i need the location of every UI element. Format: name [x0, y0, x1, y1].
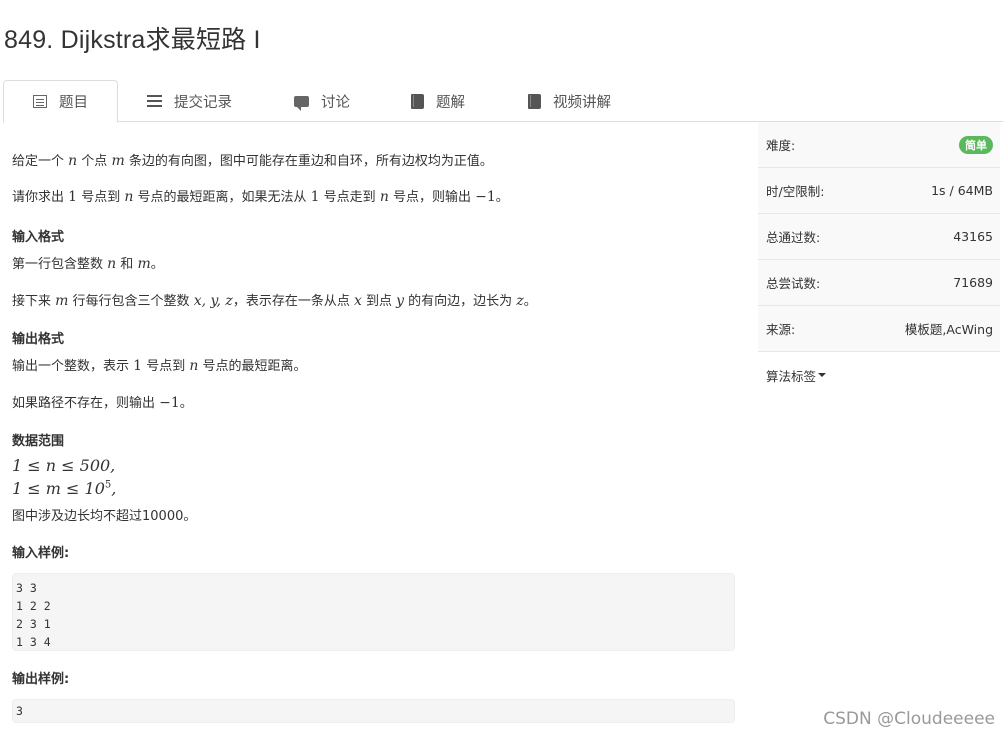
- tab-submissions-label: 提交记录: [174, 94, 232, 111]
- text: 输出一个整数，表示: [12, 359, 134, 374]
- output-format-line1: 输出一个整数，表示 1 号点到 n 号点的最短距离。: [12, 355, 307, 374]
- output-format-heading: 输出格式: [12, 332, 65, 347]
- input-format-line1: 第一行包含整数 n 和 m。: [12, 253, 164, 272]
- text: 号点，则输出: [388, 190, 476, 205]
- watermark: CSDN @Cloudeeeee: [823, 709, 995, 729]
- text: 号点到: [77, 190, 125, 205]
- math-var: n: [107, 256, 117, 272]
- book-icon: [528, 93, 541, 109]
- text: 的有向边，边长为: [404, 294, 517, 309]
- range-heading: 数据范围: [12, 434, 65, 449]
- sample-output-heading: 输出样例:: [12, 672, 70, 687]
- text: 1 ≤ m ≤ 10: [12, 479, 105, 498]
- difficulty-row: 难度: 简单: [758, 122, 1000, 168]
- math-var: n: [189, 358, 199, 374]
- text: 。: [523, 294, 537, 309]
- difficulty-label: 难度:: [766, 138, 796, 153]
- math-var: x, y, z: [193, 293, 233, 309]
- statement-intro: 给定一个 n 个点 m 条边的有向图，图中可能存在重边和自环，所有边权均为正值。: [12, 150, 493, 169]
- output-format-line2: 如果路径不存在，则输出 −1。: [12, 392, 193, 411]
- range-constraint-n: 1 ≤ n ≤ 500,: [12, 456, 116, 475]
- math-var: x: [353, 293, 362, 309]
- text: 号点走到: [319, 190, 380, 205]
- text: 号点的最短距离，如果无法从: [133, 190, 311, 205]
- limit-value: 1s / 64MB: [931, 183, 993, 198]
- text: 号点到: [142, 359, 190, 374]
- tab-discussion-label: 讨论: [321, 94, 350, 111]
- text: 。: [179, 396, 193, 411]
- sample-input-heading: 输入样例:: [12, 546, 70, 561]
- difficulty-badge: 简单: [959, 135, 993, 154]
- text: 到点: [361, 294, 397, 309]
- statement-task: 请你求出 1 号点到 n 号点的最短距离，如果无法从 1 号点走到 n 号点，则…: [12, 186, 509, 205]
- source-value: 模板题,AcWing: [904, 322, 993, 337]
- text: 如果路径不存在，则输出: [12, 396, 160, 411]
- tab-discussion[interactable]: 讨论: [294, 80, 350, 122]
- text: 。: [150, 257, 164, 272]
- page-title: 849. Dijkstra求最短路 I: [4, 26, 261, 54]
- text: 行每行包含三个整数: [68, 294, 194, 309]
- text: ，表示存在一条从点: [232, 294, 354, 309]
- math-num: 1: [68, 189, 78, 205]
- caret-down-icon: [818, 373, 827, 377]
- sample-output-block: 3: [12, 699, 735, 723]
- tab-solutions-label: 题解: [436, 94, 465, 111]
- passed-value: 43165: [953, 229, 993, 244]
- math-var: n: [379, 189, 389, 205]
- tried-value: 71689: [953, 275, 993, 290]
- source-row: 来源: 模板题,AcWing: [758, 306, 1000, 352]
- tab-problem[interactable]: 题目: [3, 80, 118, 123]
- lines-icon: [147, 95, 162, 107]
- math-num: 1: [133, 358, 143, 374]
- math-var: y: [396, 293, 405, 309]
- math-var: m: [111, 153, 125, 169]
- text: 接下来: [12, 294, 56, 309]
- text: ,: [111, 479, 117, 498]
- text: 号点的最短距离。: [198, 359, 307, 374]
- list-icon: [33, 95, 47, 108]
- passed-label: 总通过数:: [766, 230, 821, 245]
- book-icon: [411, 93, 424, 109]
- text: 条边的有向图，图中可能存在重边和自环，所有边权均为正值。: [124, 154, 493, 169]
- problem-tabs: 题目 提交记录 讨论 题解 视频讲解: [3, 80, 1003, 123]
- math-var: m: [55, 293, 69, 309]
- text: 和: [116, 257, 138, 272]
- range-constraint-m: 1 ≤ m ≤ 105,: [12, 479, 116, 498]
- math-num: −1: [159, 395, 180, 411]
- limit-label: 时/空限制:: [766, 184, 825, 199]
- text: 第一行包含整数: [12, 257, 108, 272]
- range-edge-limit: 图中涉及边长均不超过10000。: [12, 509, 197, 524]
- text: 给定一个: [12, 154, 69, 169]
- tried-label: 总尝试数:: [766, 276, 821, 291]
- tags-label: 算法标签: [766, 368, 817, 384]
- math-var: z: [516, 293, 524, 309]
- tab-problem-label: 题目: [59, 95, 88, 111]
- limit-row: 时/空限制: 1s / 64MB: [758, 168, 1000, 214]
- math-var: m: [137, 256, 151, 272]
- comment-icon: [294, 95, 309, 111]
- input-format-line2: 接下来 m 行每行包含三个整数 x, y, z，表示存在一条从点 x 到点 y …: [12, 290, 537, 309]
- tried-row: 总尝试数: 71689: [758, 260, 1000, 306]
- tab-submissions[interactable]: 提交记录: [147, 80, 232, 122]
- tab-video[interactable]: 视频讲解: [528, 80, 611, 122]
- sample-input-block: 3 3 1 2 2 2 3 1 1 3 4: [12, 573, 735, 651]
- math-num: 1: [310, 189, 320, 205]
- math-var: n: [68, 153, 78, 169]
- text: 请你求出: [12, 190, 69, 205]
- math-num: −1: [475, 189, 496, 205]
- algorithm-tags-toggle[interactable]: 算法标签: [758, 352, 1000, 398]
- source-label: 来源:: [766, 322, 796, 337]
- input-format-heading: 输入格式: [12, 230, 65, 245]
- info-panel: 难度: 简单 时/空限制: 1s / 64MB 总通过数: 43165 总尝试数…: [758, 122, 1000, 398]
- math-var: n: [124, 189, 134, 205]
- passed-row: 总通过数: 43165: [758, 214, 1000, 260]
- text: 。: [495, 190, 509, 205]
- tab-solutions[interactable]: 题解: [411, 80, 465, 122]
- text: 个点: [77, 154, 112, 169]
- tab-video-label: 视频讲解: [553, 94, 611, 111]
